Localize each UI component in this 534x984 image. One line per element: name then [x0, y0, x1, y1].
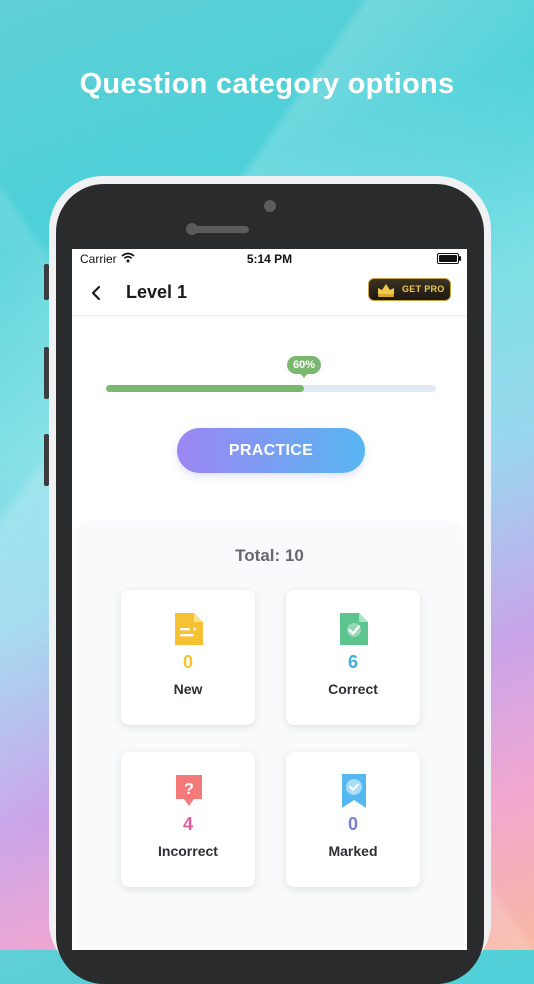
- category-card-correct[interactable]: 6 Correct: [286, 590, 420, 725]
- bookmark-check-icon: [342, 774, 366, 808]
- category-card-incorrect[interactable]: ? 4 Incorrect: [121, 752, 255, 887]
- category-card-marked[interactable]: 0 Marked: [286, 752, 420, 887]
- volume-up-button: [44, 347, 49, 399]
- card-label: Incorrect: [158, 843, 218, 859]
- total-value: 10: [284, 546, 304, 565]
- card-label: New: [173, 681, 203, 697]
- svg-text:?: ?: [184, 781, 194, 798]
- page-title: Level 1: [126, 282, 188, 302]
- battery-icon: [437, 253, 461, 264]
- card-label: Marked: [328, 843, 378, 859]
- total-label: Total:: [235, 546, 281, 565]
- mute-switch: [44, 264, 49, 300]
- practice-button[interactable]: PRACTICE: [177, 428, 365, 473]
- headline: Question category options: [79, 68, 455, 100]
- checked-document-icon: [340, 613, 368, 645]
- crown-hand-icon: [378, 284, 394, 297]
- earpiece-speaker: [191, 226, 249, 233]
- card-count: 6: [347, 652, 358, 672]
- progress-badge: 60%: [287, 356, 321, 378]
- progress-fill: [106, 385, 304, 392]
- status-bar: Carrier 5:14 PM: [72, 249, 467, 269]
- status-time: 5:14 PM: [246, 252, 293, 266]
- back-button[interactable]: [86, 283, 106, 303]
- card-count: 4: [182, 814, 193, 834]
- get-pro-label: GET PRO: [402, 284, 445, 294]
- volume-down-button: [44, 434, 49, 486]
- card-count: 0: [347, 814, 358, 834]
- card-label: Correct: [328, 681, 378, 697]
- get-pro-button[interactable]: GET PRO: [368, 278, 451, 301]
- nav-bar: Level 1 GET PRO: [72, 269, 467, 316]
- document-icon: [175, 613, 203, 645]
- app-screen: Carrier 5:14 PM Level 1 GET PRO 60% PRAC…: [72, 249, 467, 950]
- category-card-new[interactable]: 0 New: [121, 590, 255, 725]
- progress-bar: [106, 385, 436, 392]
- card-count: 0: [182, 652, 193, 672]
- total-count: Total: 10: [72, 546, 467, 566]
- front-camera: [264, 200, 276, 212]
- question-bubble-icon: ?: [176, 775, 202, 806]
